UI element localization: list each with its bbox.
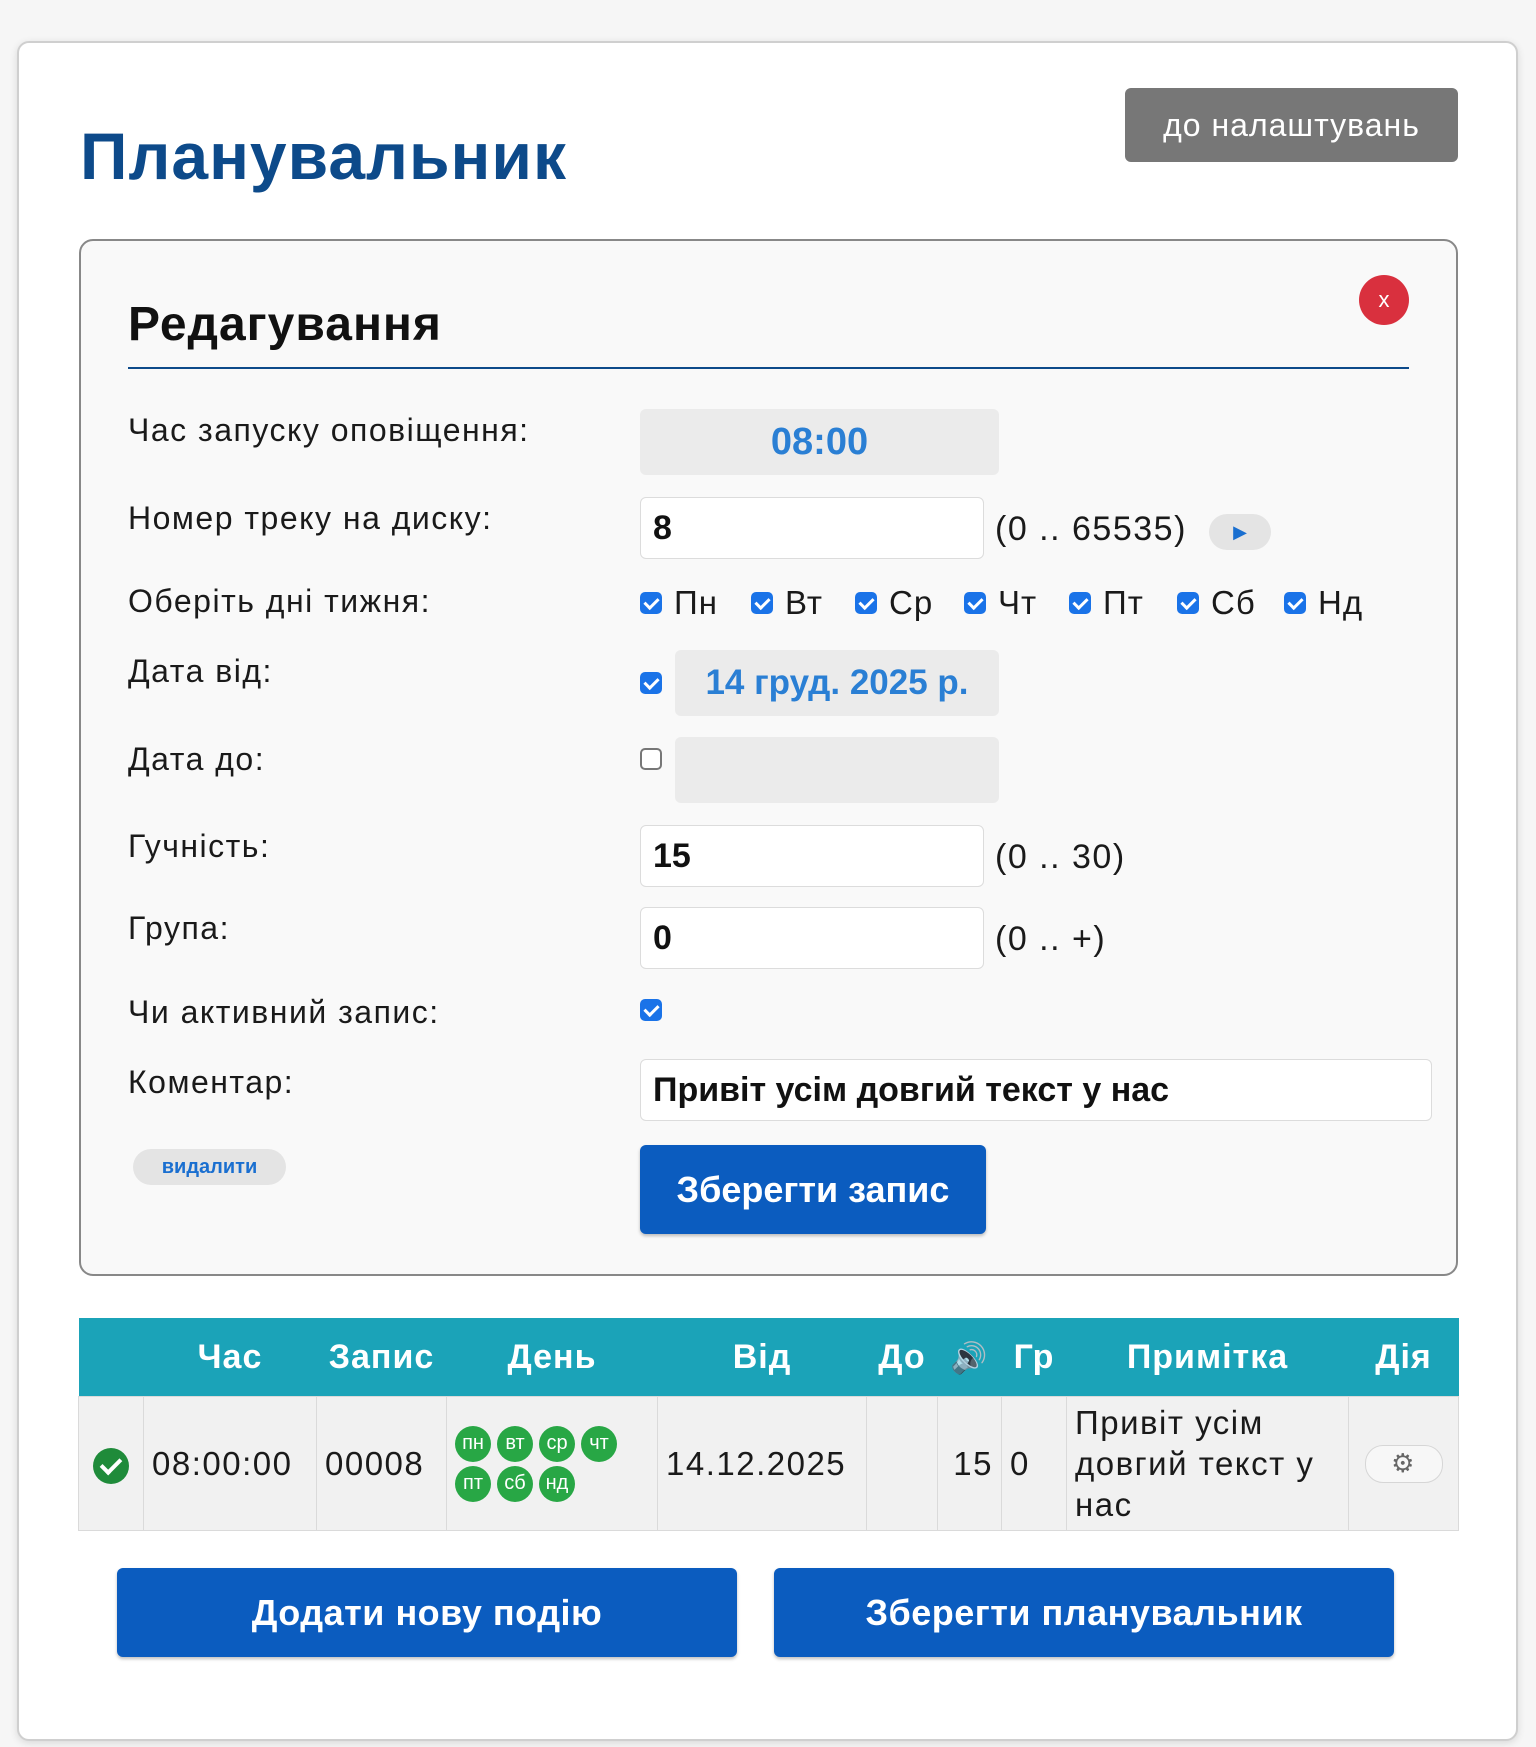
table-header-row: Час Запис День Від До 🔊 Гр Примітка Дія — [78, 1318, 1459, 1397]
date-from-label: Дата від: — [128, 653, 273, 689]
edit-title-divider — [128, 367, 1409, 369]
time-input[interactable]: 08:00 — [640, 409, 999, 475]
track-range: (0 .. 65535) — [995, 510, 1187, 548]
day-badge-wed: ср — [539, 1425, 575, 1462]
gear-icon: ⚙ — [1391, 1448, 1416, 1478]
day-badge-tue: вт — [497, 1425, 533, 1462]
day-checkbox-tue[interactable]: Вт — [751, 583, 823, 623]
day-label: Чт — [998, 584, 1038, 621]
active-label: Чи активний запис: — [128, 994, 440, 1030]
group-input[interactable]: 0 — [640, 907, 984, 969]
date-to-label: Дата до: — [128, 741, 266, 777]
group-range: (0 .. +) — [995, 920, 1107, 958]
edit-row-button[interactable]: ⚙ — [1364, 1444, 1443, 1483]
day-label: Пн — [674, 584, 718, 621]
checkbox[interactable] — [1069, 592, 1091, 614]
add-event-button[interactable]: Додати нову подію — [117, 1568, 737, 1657]
from-cell: 14.12.2025 — [657, 1396, 867, 1531]
settings-button[interactable]: до налаштувань — [1125, 88, 1458, 162]
action-cell: ⚙ — [1348, 1396, 1459, 1531]
volume-range: (0 .. 30) — [995, 838, 1126, 876]
checkbox[interactable] — [640, 592, 662, 614]
delete-button[interactable]: видалити — [133, 1149, 286, 1185]
play-icon: ▶ — [1233, 521, 1247, 542]
checkbox[interactable] — [855, 592, 877, 614]
day-checkbox-mon[interactable]: Пн — [640, 583, 718, 623]
header-note: Примітка — [1066, 1318, 1349, 1397]
table-row[interactable]: 08:00:00 00008 пн вт ср чт пт сб нд 14.1… — [78, 1396, 1459, 1531]
to-cell — [866, 1396, 938, 1531]
header-record: Запис — [316, 1318, 447, 1397]
schedule-table: Час Запис День Від До 🔊 Гр Примітка Дія … — [78, 1318, 1459, 1531]
page-title: Планувальник — [80, 119, 568, 193]
day-label: Сб — [1211, 584, 1256, 621]
day-badge-thu: чт — [581, 1425, 617, 1462]
close-edit-button[interactable]: x — [1359, 275, 1409, 325]
header-to: До — [866, 1318, 938, 1397]
date-from-checkbox[interactable] — [640, 672, 662, 694]
record-cell: 00008 — [316, 1396, 447, 1531]
days-label: Оберіть дні тижня: — [128, 583, 431, 619]
day-badge-sun: нд — [539, 1465, 575, 1502]
header-time: Час — [143, 1318, 317, 1397]
note-cell: Привіт усім довгий текст у нас — [1066, 1396, 1349, 1531]
date-to-input[interactable] — [675, 737, 999, 803]
edit-panel-title: Редагування — [128, 298, 442, 351]
day-label: Нд — [1318, 584, 1364, 621]
volume-input[interactable]: 15 — [640, 825, 984, 887]
header-group: Гр — [1001, 1318, 1067, 1397]
day-checkbox-sun[interactable]: Нд — [1284, 583, 1363, 623]
day-badge-sat: сб — [497, 1465, 533, 1502]
day-badge-mon: пн — [455, 1425, 491, 1462]
check-circle-icon — [93, 1447, 129, 1484]
comment-label: Коментар: — [128, 1064, 295, 1100]
days-cell: пн вт ср чт пт сб нд — [446, 1396, 658, 1531]
day-checkbox-thu[interactable]: Чт — [964, 583, 1037, 623]
header-from: Від — [657, 1318, 867, 1397]
header-status — [78, 1318, 144, 1397]
speaker-icon: 🔊 — [950, 1341, 989, 1375]
header-volume: 🔊 — [937, 1318, 1002, 1397]
comment-input[interactable]: Привіт усім довгий текст у нас — [640, 1059, 1432, 1121]
play-track-button[interactable]: ▶ — [1209, 514, 1271, 550]
checkbox[interactable] — [964, 592, 986, 614]
header-action: Дія — [1348, 1318, 1459, 1397]
date-to-checkbox[interactable] — [640, 748, 662, 770]
day-checkbox-fri[interactable]: Пт — [1069, 583, 1144, 623]
track-number-input[interactable]: 8 — [640, 497, 984, 559]
save-scheduler-button[interactable]: Зберегти планувальник — [774, 1568, 1394, 1657]
day-badge-fri: пт — [455, 1465, 491, 1502]
save-record-button[interactable]: Зберегти запис — [640, 1145, 986, 1234]
status-cell — [78, 1396, 144, 1531]
volume-cell: 15 — [937, 1396, 1002, 1531]
checkbox[interactable] — [1284, 592, 1306, 614]
volume-label: Гучність: — [128, 828, 271, 864]
day-checkbox-sat[interactable]: Сб — [1177, 583, 1256, 623]
date-from-input[interactable]: 14 груд. 2025 р. — [675, 650, 999, 716]
group-cell: 0 — [1001, 1396, 1067, 1531]
time-cell: 08:00:00 — [143, 1396, 317, 1531]
day-label: Вт — [785, 584, 824, 621]
day-label: Ср — [889, 584, 934, 621]
track-label: Номер треку на диску: — [128, 500, 493, 536]
group-label: Група: — [128, 910, 230, 946]
day-label: Пт — [1103, 584, 1144, 621]
checkbox[interactable] — [751, 592, 773, 614]
day-checkbox-wed[interactable]: Ср — [855, 583, 933, 623]
header-day: День — [446, 1318, 658, 1397]
checkbox[interactable] — [1177, 592, 1199, 614]
active-checkbox[interactable] — [640, 999, 662, 1021]
time-label: Час запуску оповіщення: — [128, 412, 530, 448]
